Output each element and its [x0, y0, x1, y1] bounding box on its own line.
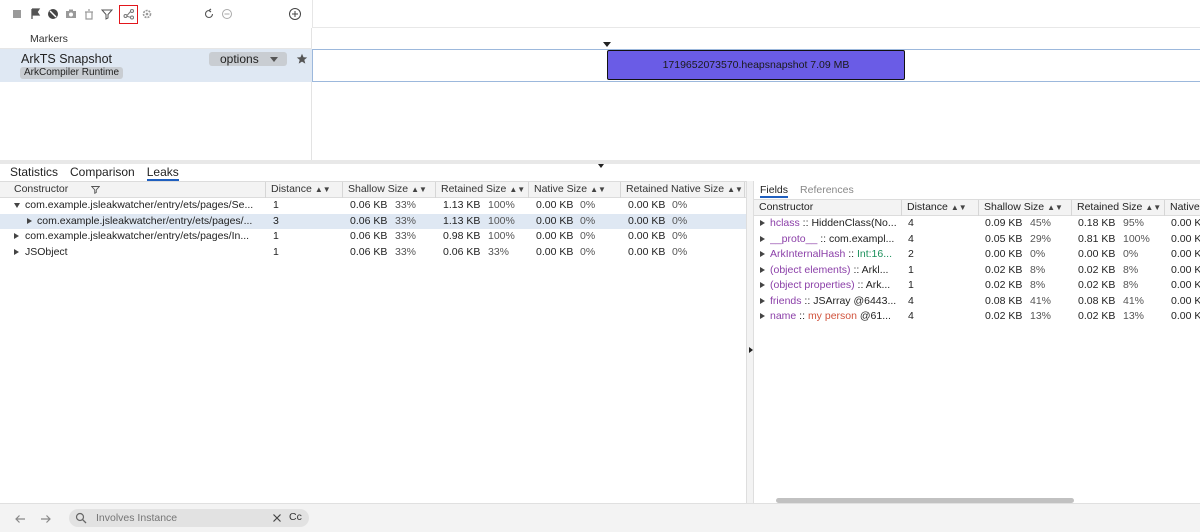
field-row[interactable]: name :: my person @61... 4 0.02 KB 13% 0.02 …	[754, 309, 1200, 325]
col-distance[interactable]: Distance ▲▼	[902, 200, 979, 216]
expand-panel-icon[interactable]	[749, 347, 753, 353]
col-retained-size[interactable]: Retained Size ▲▼	[1072, 200, 1165, 216]
back-arrow-icon[interactable]	[14, 513, 26, 525]
expand-arrow-icon[interactable]	[760, 313, 765, 319]
field-name-cell: friends :: JSArray @6443...	[770, 294, 897, 307]
fields-table-header: Constructor Distance ▲▼ Shallow Size ▲▼ Re…	[754, 199, 1200, 216]
expand-arrow-icon[interactable]	[14, 203, 20, 208]
field-name-cell: hclass :: HiddenClass(No...	[770, 217, 897, 229]
stop-icon[interactable]	[10, 7, 24, 21]
expand-arrow-icon[interactable]	[760, 282, 765, 288]
field-row[interactable]: ArkInternalHash :: Int:16... 2 0.00 KB 0% 0.…	[754, 247, 1200, 263]
expand-arrow-icon[interactable]	[14, 233, 19, 239]
minus-circle-icon[interactable]	[220, 7, 234, 21]
field-row[interactable]: (object elements) :: Arkl... 1 0.02 KB 8% 0.…	[754, 263, 1200, 279]
collapse-arrow-icon[interactable]	[598, 164, 604, 168]
refresh-icon[interactable]	[202, 7, 216, 21]
sort-icon: ▲▼	[411, 185, 427, 194]
search-input[interactable]	[96, 510, 256, 526]
filter-icon[interactable]	[91, 185, 100, 194]
field-name-cell: ArkInternalHash :: Int:16...	[770, 248, 892, 260]
col-shallow-size[interactable]: Shallow Size ▲▼	[343, 182, 436, 198]
tab-comparison[interactable]: Comparison	[64, 164, 141, 181]
sort-icon: ▲▼	[727, 185, 743, 194]
col-retained-size[interactable]: Retained Size ▲▼	[436, 182, 529, 198]
table-row[interactable]: com.example.jsleakwatcher/entry/ets/page…	[0, 198, 746, 214]
options-label: options	[220, 52, 259, 66]
flag-icon[interactable]	[28, 7, 42, 21]
table-row[interactable]: com.example.jsleakwatcher/entry/ets/page…	[0, 213, 746, 229]
expand-arrow-icon[interactable]	[760, 235, 765, 242]
field-name-cell: __proto__ :: com.exampl...	[770, 232, 895, 245]
block-icon[interactable]	[46, 7, 60, 21]
field-row[interactable]: (object properties) :: Ark... 1 0.02 KB 8% 0…	[754, 278, 1200, 294]
fields-table: Constructor Distance ▲▼ Shallow Size ▲▼ Re…	[754, 199, 1200, 325]
field-row[interactable]: hclass :: HiddenClass(No... 4 0.09 KB 45% 0.…	[754, 216, 1200, 232]
snapshot-panel: Markers ArkTS Snapshot ArkCompiler Runti…	[0, 28, 312, 160]
bottom-bar: Cc	[0, 503, 1200, 532]
field-row[interactable]: friends :: JSArray @6443... 4 0.08 KB 41% 0.…	[754, 294, 1200, 310]
col-distance[interactable]: Distance ▲▼	[266, 182, 343, 198]
sort-icon: ▲▼	[509, 185, 526, 194]
search-box: Cc	[69, 509, 309, 527]
expand-arrow-icon[interactable]	[760, 251, 765, 257]
timeline-marker-icon	[603, 42, 611, 47]
forward-arrow-icon[interactable]	[40, 513, 52, 525]
snapshot-row[interactable]: ArkTS Snapshot ArkCompiler Runtime optio…	[0, 49, 312, 82]
timeline-header	[312, 0, 1200, 28]
sort-icon: ▲▼	[314, 185, 331, 194]
chevron-down-icon	[270, 57, 278, 62]
star-icon[interactable]	[296, 53, 308, 65]
markers-label: Markers	[30, 33, 68, 45]
gear-icon[interactable]	[140, 7, 154, 21]
snapshot-title: ArkTS Snapshot	[21, 52, 113, 66]
filter-icon[interactable]	[100, 7, 114, 21]
expand-arrow-icon[interactable]	[760, 220, 765, 226]
toolbar	[0, 0, 312, 28]
heapsnapshot-bar[interactable]: 1719652073570.heapsnapshot 7.09 MB	[607, 50, 905, 80]
col-native-size[interactable]: Native Size ▲▼	[529, 182, 621, 198]
field-name-cell: (object elements) :: Arkl...	[770, 263, 889, 276]
camera-icon[interactable]	[64, 7, 78, 21]
table-row[interactable]: JSObject 1 0.06 KB 33% 0.06 KB 33% 0.00 …	[0, 245, 746, 261]
field-row[interactable]: __proto__ :: com.exampl... 4 0.05 KB 29% 0.8…	[754, 232, 1200, 248]
col-shallow-size[interactable]: Shallow Size ▲▼	[979, 200, 1072, 216]
tab-references[interactable]: References	[794, 182, 860, 198]
match-case-button[interactable]: Cc	[289, 511, 302, 523]
tab-statistics[interactable]: Statistics	[0, 164, 64, 181]
add-icon[interactable]	[288, 7, 302, 21]
detail-tabs: Fields References	[754, 182, 860, 198]
vertical-splitter[interactable]	[746, 181, 754, 503]
leaks-table-header: Constructor Distance ▲▼ Shallow Size ▲▼ Re…	[0, 181, 746, 198]
tab-fields[interactable]: Fields	[754, 182, 794, 198]
analysis-tabs: Statistics Comparison Leaks	[0, 164, 185, 181]
field-name-cell: (object properties) :: Ark...	[770, 279, 891, 291]
search-icon	[75, 512, 87, 524]
expand-arrow-icon[interactable]	[27, 217, 32, 224]
col-constructor[interactable]: Constructor	[0, 182, 266, 198]
expand-arrow-icon[interactable]	[760, 266, 765, 273]
graph-icon[interactable]	[119, 4, 138, 24]
options-dropdown[interactable]: options	[209, 52, 287, 66]
col-native[interactable]: Native	[1165, 200, 1200, 216]
close-icon[interactable]	[271, 512, 283, 524]
expand-arrow-icon[interactable]	[14, 248, 19, 255]
expand-arrow-icon[interactable]	[760, 297, 765, 304]
table-row[interactable]: com.example.jsleakwatcher/entry/ets/page…	[0, 229, 746, 245]
runtime-tag: ArkCompiler Runtime	[20, 67, 124, 79]
field-name-cell: name :: my person @61...	[770, 310, 891, 322]
tab-leaks[interactable]: Leaks	[141, 164, 185, 181]
col-retained-native-size[interactable]: Retained Native Size ▲▼	[621, 182, 745, 198]
leaks-table: Constructor Distance ▲▼ Shallow Size ▲▼ Re…	[0, 181, 746, 260]
garbage-icon[interactable]	[82, 7, 96, 21]
col-constructor[interactable]: Constructor	[754, 200, 902, 216]
sort-icon: ▲▼	[590, 185, 606, 194]
